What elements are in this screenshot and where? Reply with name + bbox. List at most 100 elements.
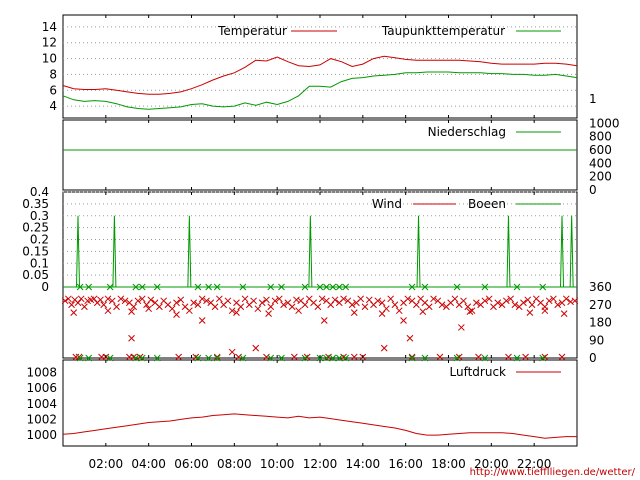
direction-point <box>475 353 482 361</box>
gust-spike <box>75 215 80 288</box>
direction-point <box>250 297 257 305</box>
direction-point <box>350 353 358 361</box>
direction-point <box>147 296 155 304</box>
legends: Temperatur Taupunkttemperatur Niederschlag… <box>217 24 561 379</box>
direction-point <box>156 303 163 311</box>
direction-point <box>173 311 180 318</box>
direction-point <box>186 307 193 315</box>
direction-point <box>558 353 566 361</box>
direction-point <box>350 309 358 316</box>
direction-point <box>505 353 512 361</box>
direction-point <box>198 317 206 324</box>
direction-point <box>455 353 463 361</box>
direction-point <box>65 295 72 303</box>
direction-point <box>192 353 200 361</box>
direction-point <box>254 305 262 313</box>
direction-point <box>263 353 270 361</box>
direction-point <box>303 353 311 361</box>
direction-point <box>387 295 395 303</box>
pressure-ytick-label: 1008 <box>26 366 57 380</box>
x-tick-label: 08:00 <box>217 457 252 471</box>
direction-point <box>408 353 416 361</box>
direction-point <box>406 334 414 342</box>
direction-ytick-label: 180 <box>589 316 612 330</box>
direction-ytick-label: 0 <box>589 351 597 365</box>
direction-point <box>288 303 296 311</box>
precipitation-ytick-label: 1000 <box>589 116 620 130</box>
precipitation-ytick-label: 400 <box>589 156 612 170</box>
direction-point <box>68 301 75 309</box>
direction-point <box>136 353 144 361</box>
direction-point <box>457 324 465 331</box>
direction-point <box>263 296 270 304</box>
direction-point <box>128 334 135 342</box>
x-tick-label: 02:00 <box>89 457 124 471</box>
gust-spike <box>416 215 421 288</box>
direction-point <box>97 296 104 304</box>
temperature-ytick-label: 10 <box>42 52 57 66</box>
precipitation-ytick-label: 600 <box>589 143 612 157</box>
direction-point <box>361 303 369 311</box>
direction-point <box>290 353 298 361</box>
gust-spike <box>187 215 192 288</box>
legend-label-taupunkt: Taupunkttemperatur <box>381 24 505 38</box>
direction-point <box>168 305 176 313</box>
legend-label-niederschlag: Niederschlag <box>428 125 506 139</box>
direction-point <box>235 353 242 361</box>
direction-point <box>293 296 300 304</box>
direction-ytick-label: 360 <box>589 280 612 294</box>
temperature-series-line <box>62 55 578 95</box>
direction-point <box>211 303 219 311</box>
direction-point <box>526 309 534 316</box>
direction-point <box>177 296 185 304</box>
direction-point <box>528 301 536 309</box>
direction-point <box>228 348 236 356</box>
direction-point <box>237 303 245 311</box>
direction-point <box>451 295 459 303</box>
direction-point <box>395 307 403 315</box>
direction-point <box>215 295 223 303</box>
legend-label-luftdruck: Luftdruck <box>449 365 506 379</box>
precipitation-ytick-label: 0 <box>589 183 597 197</box>
precipitation-ytick-label: 800 <box>589 130 612 144</box>
pressure-ytick-label: 1004 <box>26 397 57 411</box>
direction-point <box>265 310 272 317</box>
axis-ticks: 46810121410200400600800100000.050.10.150… <box>22 15 620 471</box>
direction-point <box>175 353 183 361</box>
direction-point <box>213 353 221 361</box>
gust-spike <box>308 215 313 288</box>
series-layer <box>61 55 579 439</box>
temperature-ytick-label: 8 <box>49 67 57 81</box>
direction-point <box>400 317 407 324</box>
direction-point <box>436 353 444 361</box>
direction-point <box>301 301 309 309</box>
direction-point <box>113 303 120 311</box>
direction-point <box>541 353 549 361</box>
direction-point <box>325 353 332 361</box>
pressure-ytick-label: 1002 <box>26 412 57 426</box>
weather-chart: 46810121410200400600800100000.050.10.150… <box>22 14 636 478</box>
x-tick-label: 10:00 <box>260 457 295 471</box>
direction-point <box>100 301 108 309</box>
direction-point <box>320 317 328 324</box>
direction-point <box>77 295 85 303</box>
direction-point <box>340 353 347 361</box>
temperature-ytick-label: 6 <box>49 83 57 97</box>
direction-point <box>81 303 88 311</box>
direction-point <box>130 353 138 361</box>
direction-point <box>522 353 529 361</box>
direction-point <box>331 296 339 304</box>
direction-point <box>314 303 322 311</box>
x-tick-label: 16:00 <box>388 457 423 471</box>
gust-spike <box>112 215 117 288</box>
direction-point <box>460 297 467 305</box>
direction-point <box>560 310 568 317</box>
temperature-right-label: 1 <box>589 92 597 106</box>
direction-point <box>419 308 427 316</box>
panel-frames <box>62 14 578 447</box>
direction-point <box>72 353 80 361</box>
direction-point <box>562 295 570 303</box>
direction-point <box>74 299 82 307</box>
pressure-ytick-label: 1006 <box>26 381 57 395</box>
direction-point <box>295 307 302 315</box>
